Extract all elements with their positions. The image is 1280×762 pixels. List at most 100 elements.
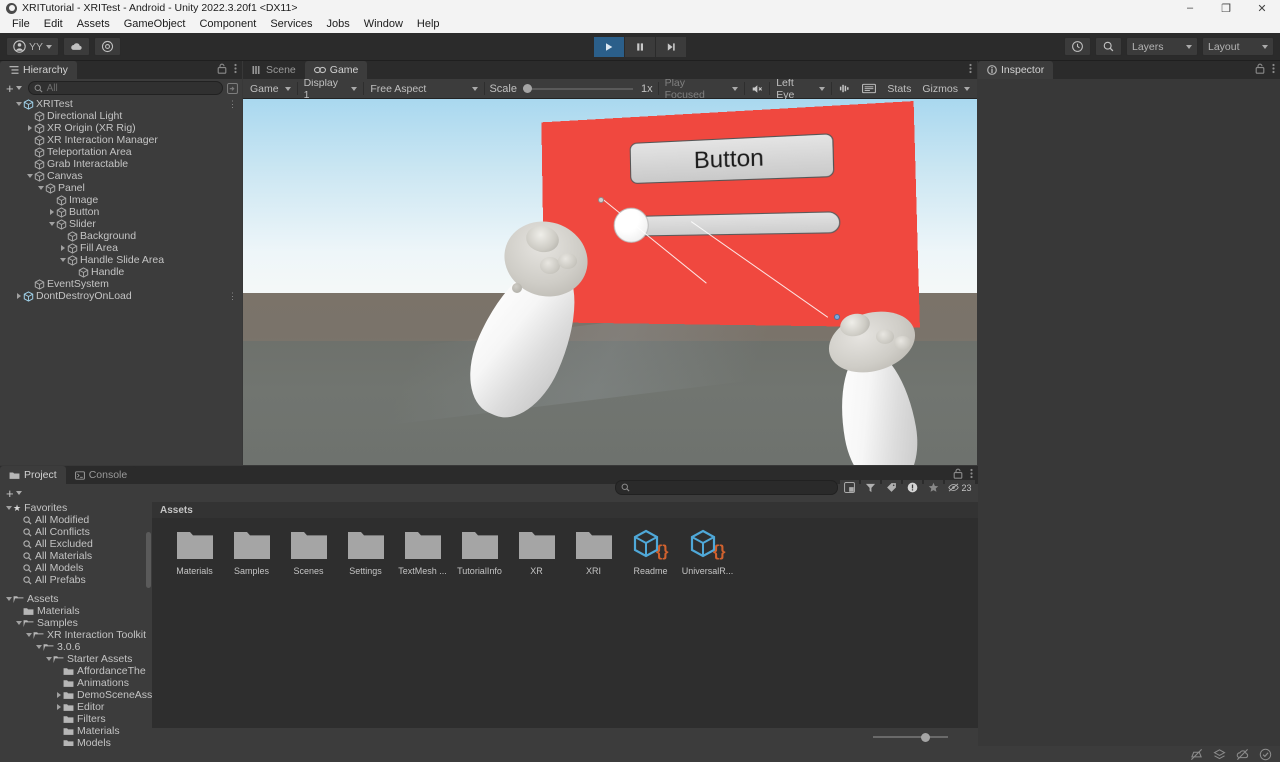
project-tree-item[interactable]: Filters <box>0 713 152 725</box>
mute-audio-button[interactable] <box>746 80 769 97</box>
account-button[interactable]: YY <box>6 37 60 56</box>
hierarchy-item[interactable]: Button <box>0 206 242 218</box>
frame-debugger-button[interactable] <box>857 80 882 97</box>
twisty-collapsed-icon[interactable] <box>47 209 56 215</box>
project-tree-item[interactable]: XR Interaction Toolkit <box>0 629 152 641</box>
hierarchy-item[interactable]: XR Origin (XR Rig) <box>0 122 242 134</box>
menu-services[interactable]: Services <box>263 16 319 33</box>
twisty-collapsed-icon[interactable] <box>54 704 63 710</box>
hierarchy-item[interactable]: Grab Interactable <box>0 158 242 170</box>
hierarchy-item[interactable]: DontDestroyOnLoad ⋮ <box>0 290 242 302</box>
undo-history-button[interactable] <box>1064 37 1091 56</box>
project-tree-item[interactable]: All Excluded <box>0 538 152 550</box>
project-filter-label-button[interactable] <box>882 480 901 495</box>
twisty-expanded-icon[interactable] <box>24 633 33 637</box>
menu-component[interactable]: Component <box>192 16 263 33</box>
tab-scene[interactable]: Scene <box>243 61 305 79</box>
hierarchy-item[interactable]: Fill Area <box>0 242 242 254</box>
tab-hierarchy[interactable]: Hierarchy <box>0 61 77 79</box>
project-filter-warnings-button[interactable] <box>903 480 922 495</box>
layout-dropdown[interactable]: Layout <box>1202 37 1274 56</box>
hierarchy-item[interactable]: Handle Slide Area <box>0 254 242 266</box>
hierarchy-item[interactable]: XRITest ⋮ <box>0 98 242 110</box>
asset-item[interactable]: TextMesh ... <box>394 528 451 576</box>
no-cloud-icon[interactable] <box>1236 748 1249 761</box>
asset-item[interactable]: Scenes <box>280 528 337 576</box>
project-tree-item[interactable]: DemoSceneAss <box>0 689 152 701</box>
hierarchy-item[interactable]: Background <box>0 230 242 242</box>
project-tree-item[interactable]: Materials <box>0 605 152 617</box>
hierarchy-item[interactable]: Handle <box>0 266 242 278</box>
hierarchy-add-button[interactable]: + <box>4 81 24 96</box>
project-tree-item[interactable]: Samples <box>0 617 152 629</box>
stats-button[interactable]: Stats <box>882 80 917 97</box>
tab-inspector[interactable]: Inspector <box>978 61 1054 79</box>
asset-grid[interactable]: Materials Samples Scenes Settings TextMesh .… <box>152 518 978 728</box>
play-focused-dropdown[interactable]: Play Focused <box>659 77 744 101</box>
maximize-button[interactable]: ❐ <box>1208 0 1244 16</box>
project-tree-item[interactable]: Materials <box>0 725 152 737</box>
asset-item[interactable]: {} UniversalR... <box>679 528 736 576</box>
tab-project[interactable]: Project <box>0 466 66 484</box>
display-dropdown[interactable]: Display 1 <box>298 77 363 101</box>
aspect-dropdown[interactable]: Free Aspect <box>365 80 483 97</box>
asset-item[interactable]: TutorialInfo <box>451 528 508 576</box>
kebab-menu-icon[interactable] <box>234 63 237 74</box>
project-tree-item[interactable]: 3.0.6 <box>0 641 152 653</box>
scale-knob[interactable] <box>523 84 532 93</box>
kebab-menu-icon[interactable]: ⋮ <box>228 99 237 109</box>
asset-item[interactable]: Settings <box>337 528 394 576</box>
scale-track[interactable] <box>523 84 633 93</box>
cloud-button[interactable] <box>63 37 91 56</box>
project-filter-type-button[interactable] <box>861 480 880 495</box>
game-render-surface[interactable]: Button <box>243 99 977 465</box>
check-icon[interactable] <box>1259 748 1272 761</box>
hierarchy-item[interactable]: Teleportation Area <box>0 146 242 158</box>
menu-file[interactable]: File <box>5 16 37 33</box>
lock-icon[interactable] <box>1255 63 1265 74</box>
asset-zoom-slider[interactable] <box>873 732 948 742</box>
settings-button[interactable] <box>94 37 122 56</box>
twisty-expanded-icon[interactable] <box>14 621 23 625</box>
twisty-expanded-icon[interactable] <box>34 645 43 649</box>
project-tree-item[interactable]: Assets <box>0 593 152 605</box>
breadcrumb[interactable]: Assets <box>152 502 978 518</box>
project-filter-favorites-button[interactable] <box>924 480 943 495</box>
lock-icon[interactable] <box>953 468 963 479</box>
vr-ui-slider-track[interactable] <box>629 211 841 237</box>
twisty-collapsed-icon[interactable] <box>25 125 34 131</box>
asset-zoom-knob[interactable] <box>921 732 930 742</box>
tab-game[interactable]: Game <box>304 61 368 79</box>
kebab-menu-icon[interactable]: ⋮ <box>228 291 237 301</box>
hierarchy-search-input[interactable]: All <box>27 81 223 95</box>
hierarchy-item[interactable]: Directional Light <box>0 110 242 122</box>
twisty-expanded-icon[interactable] <box>36 186 45 190</box>
hierarchy-item[interactable]: EventSystem <box>0 278 242 290</box>
menu-edit[interactable]: Edit <box>37 16 70 33</box>
project-tree-item[interactable]: Animations <box>0 677 152 689</box>
asset-item[interactable]: Materials <box>166 528 223 576</box>
asset-item[interactable]: XR <box>508 528 565 576</box>
project-search-input[interactable] <box>615 480 838 495</box>
project-folder-tree[interactable]: ★ Favorites All Modified All Conflicts All E… <box>0 502 152 746</box>
project-tree-item[interactable]: All Prefabs <box>0 574 152 586</box>
project-tree-item[interactable]: Models <box>0 737 152 746</box>
audio-button[interactable] <box>833 80 857 97</box>
lock-icon[interactable] <box>217 63 227 74</box>
kebab-menu-icon[interactable] <box>1272 63 1275 74</box>
eye-dropdown[interactable]: Left Eye <box>771 77 831 101</box>
close-button[interactable]: ✕ <box>1244 0 1280 16</box>
project-tree-item[interactable]: ★ Favorites <box>0 502 152 514</box>
project-tree-item[interactable]: AffordanceThe <box>0 665 152 677</box>
menu-window[interactable]: Window <box>357 16 410 33</box>
menu-jobs[interactable]: Jobs <box>320 16 357 33</box>
menu-help[interactable]: Help <box>410 16 447 33</box>
minimize-button[interactable]: – <box>1172 0 1208 16</box>
kebab-menu-icon[interactable] <box>969 63 972 74</box>
layers-dropdown[interactable]: Layers <box>1126 37 1198 56</box>
twisty-collapsed-icon[interactable] <box>58 245 67 251</box>
target-display-dropdown[interactable]: Game <box>245 80 296 97</box>
twisty-expanded-icon[interactable] <box>4 597 13 601</box>
vr-ui-button[interactable]: Button <box>629 133 835 185</box>
project-tree-item[interactable]: All Models <box>0 562 152 574</box>
